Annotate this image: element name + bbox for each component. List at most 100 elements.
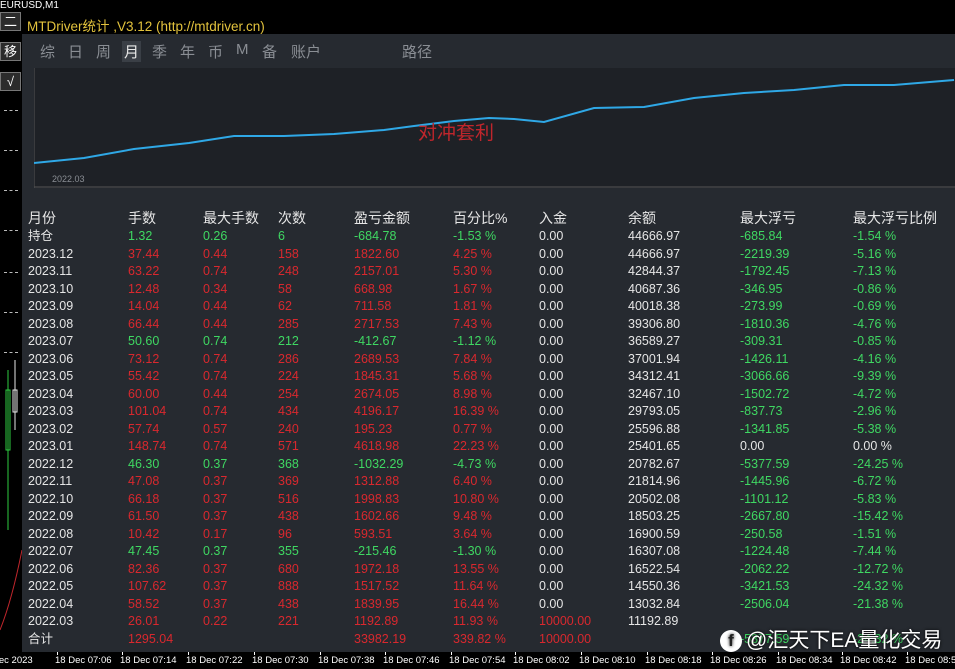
- column-header[interactable]: 入金: [539, 208, 567, 228]
- tab-path[interactable]: 路径: [402, 41, 432, 62]
- column-header[interactable]: 次数: [278, 208, 306, 228]
- time-axis-label: Dec 2023: [0, 655, 33, 666]
- column-header[interactable]: 盈亏金额: [354, 208, 410, 228]
- table-row[interactable]: 2022.12 46.30 0.37 368 -1032.29 -4.73 % 0.00 20…: [22, 456, 955, 473]
- cell-month: 2023.04: [28, 386, 74, 401]
- tab-magic[interactable]: M: [236, 41, 249, 58]
- cell-pnl: 2674.05: [354, 386, 400, 401]
- tab-summary[interactable]: 综: [40, 41, 55, 62]
- cell-pnl: 4618.98: [354, 439, 400, 453]
- window-titlebar[interactable]: MTDriver统计 ,V3.12 (http://mtdriver.cn): [22, 10, 955, 34]
- cell-pct: 8.98 %: [453, 386, 492, 401]
- cell-balance: 13032.84: [628, 596, 681, 611]
- cell-month: 2022.09: [28, 509, 74, 523]
- tab-notes[interactable]: 备: [262, 41, 277, 62]
- table-row[interactable]: 2023.02 57.74 0.57 240 195.23 0.77 % 0.00 25596…: [22, 421, 955, 438]
- cell-month: 2023.08: [28, 316, 74, 331]
- column-header[interactable]: 最大浮亏比例: [853, 208, 937, 228]
- cell-pnl: -1032.29: [354, 456, 404, 471]
- cell-lots: 66.18: [128, 491, 160, 506]
- cell-count: 355: [278, 544, 299, 558]
- cell-max-lots: 0.44: [203, 316, 228, 331]
- cell-max-float: -273.99: [740, 299, 783, 313]
- table-row[interactable]: 2023.03 101.04 0.74 434 4196.17 16.39 % 0.00 29…: [22, 403, 955, 420]
- cell-count: 224: [278, 369, 299, 383]
- cell-max-float: -1426.11: [740, 351, 789, 366]
- cell-max-float-pct: -5.38 %: [853, 421, 897, 436]
- table-row[interactable]: 2022.04 58.52 0.37 438 1839.95 16.44 % 0.00 130…: [22, 596, 955, 613]
- cell-count: 888: [278, 579, 299, 593]
- cell-lots: 55.42: [128, 369, 160, 383]
- table-row[interactable]: 2022.10 66.18 0.37 516 1998.83 10.80 % 0.00 205…: [22, 491, 955, 508]
- table-row[interactable]: 2022.07 47.45 0.37 355 -215.46 -1.30 % 0.00 163…: [22, 543, 955, 560]
- cell-max-float-pct: -24.25 %: [853, 456, 904, 471]
- table-row[interactable]: 2023.05 55.42 0.74 224 1845.31 5.68 % 0.00 3431…: [22, 368, 955, 385]
- cell-max-float-pct: -6.72 %: [853, 474, 897, 488]
- column-header[interactable]: 余额: [628, 208, 656, 228]
- table-row[interactable]: 2023.10 12.48 0.34 58 668.98 1.67 % 0.00 40687.…: [22, 281, 955, 298]
- table-row[interactable]: 2023.07 50.60 0.74 212 -412.67 -1.12 % 0.00 365…: [22, 333, 955, 350]
- facebook-icon: f: [720, 630, 742, 653]
- cell-max-float: -1101.12: [740, 491, 789, 506]
- time-axis-tick: [122, 652, 123, 655]
- tab-currency[interactable]: 币: [208, 41, 223, 62]
- cell-count: 58: [278, 281, 292, 296]
- cell-max-float: -250.58: [740, 526, 783, 541]
- tab-week[interactable]: 周: [96, 41, 111, 62]
- table-row[interactable]: 2022.06 82.36 0.37 680 1972.18 13.55 % 0.00 165…: [22, 561, 955, 578]
- cell-pnl: 2157.01: [354, 264, 400, 278]
- column-header[interactable]: 最大浮亏: [740, 208, 796, 228]
- table-row[interactable]: 2022.08 10.42 0.17 96 593.51 3.64 % 0.00 16900.…: [22, 526, 955, 543]
- table-row[interactable]: 2023.04 60.00 0.44 254 2674.05 8.98 % 0.00 3246…: [22, 386, 955, 403]
- cell-count: 438: [278, 509, 299, 523]
- cell-month: 2023.03: [28, 404, 74, 418]
- table-row[interactable]: 2023.06 73.12 0.74 286 2689.53 7.84 % 0.00 3700…: [22, 351, 955, 368]
- cell-pct: 16.44 %: [453, 596, 499, 611]
- table-row[interactable]: 2023.01 148.74 0.74 571 4618.98 22.23 % 0.00 25…: [22, 438, 955, 455]
- cell-pct: 22.23 %: [453, 439, 499, 453]
- table-row[interactable]: 2022.09 61.50 0.37 438 1602.66 9.48 % 0.00 1850…: [22, 508, 955, 525]
- table-row[interactable]: 持仓 1.32 0.26 6 -684.78 -1.53 % 0.00 44666.97 -68…: [22, 228, 955, 245]
- tab-quarter[interactable]: 季: [152, 41, 167, 62]
- cell-pct: -4.73 %: [453, 456, 497, 471]
- time-axis-tick: [712, 652, 713, 655]
- table-row[interactable]: 2022.11 47.08 0.37 369 1312.88 6.40 % 0.00 2181…: [22, 473, 955, 490]
- column-header[interactable]: 最大手数: [203, 208, 259, 228]
- tab-year[interactable]: 年: [180, 41, 195, 62]
- cell-max-lots: 0.74: [203, 334, 228, 348]
- equity-line: [34, 79, 955, 164]
- table-row[interactable]: 2023.08 66.44 0.44 285 2717.53 7.43 % 0.00 3930…: [22, 316, 955, 333]
- cell-lots: 61.50: [128, 509, 160, 523]
- tab-month[interactable]: 月: [122, 41, 142, 62]
- cell-pct: 7.43 %: [453, 316, 492, 331]
- cell-count: 571: [278, 439, 299, 453]
- cell-pct: 5.30 %: [453, 264, 492, 278]
- table-row[interactable]: 2022.05 107.62 0.37 888 1517.52 11.64 % 0.00 14…: [22, 578, 955, 595]
- table-row[interactable]: 2023.12 37.44 0.44 158 1822.60 4.25 % 0.00 4466…: [22, 246, 955, 263]
- cell-deposit: 0.00: [539, 509, 564, 523]
- cell-lots: 63.22: [128, 264, 160, 278]
- cell-month: 2022.11: [28, 474, 73, 488]
- tab-account[interactable]: 账户: [291, 41, 321, 62]
- cell-pnl: 4196.17: [354, 404, 400, 418]
- cell-count: 286: [278, 351, 299, 366]
- tab-day[interactable]: 日: [68, 41, 83, 62]
- column-header[interactable]: 月份: [28, 208, 56, 228]
- cell-count: 6: [278, 229, 285, 243]
- column-header[interactable]: 百分比%: [453, 208, 507, 228]
- cell-lots: 60.00: [128, 386, 160, 401]
- cell-lots: 101.04: [128, 404, 167, 418]
- table-row[interactable]: 2023.11 63.22 0.74 248 2157.01 5.30 % 0.00 4284…: [22, 263, 955, 280]
- cell-max-float: -3421.53: [740, 579, 790, 593]
- time-axis-label: 18 Dec 07:30: [252, 655, 309, 666]
- cell-max-float: -2219.39: [740, 246, 790, 261]
- total-month: 合计: [28, 631, 54, 646]
- time-axis-tick: [451, 652, 452, 655]
- cell-month: 2022.10: [28, 491, 74, 506]
- cell-max-float: -1502.72: [740, 386, 790, 401]
- cell-pnl: 593.51: [354, 526, 393, 541]
- table-row[interactable]: 2023.09 14.04 0.44 62 711.58 1.81 % 0.00 40018.…: [22, 298, 955, 315]
- cell-max-float: -1445.96: [740, 474, 790, 488]
- column-header[interactable]: 手数: [128, 208, 156, 228]
- cell-max-float-pct: -4.76 %: [853, 316, 897, 331]
